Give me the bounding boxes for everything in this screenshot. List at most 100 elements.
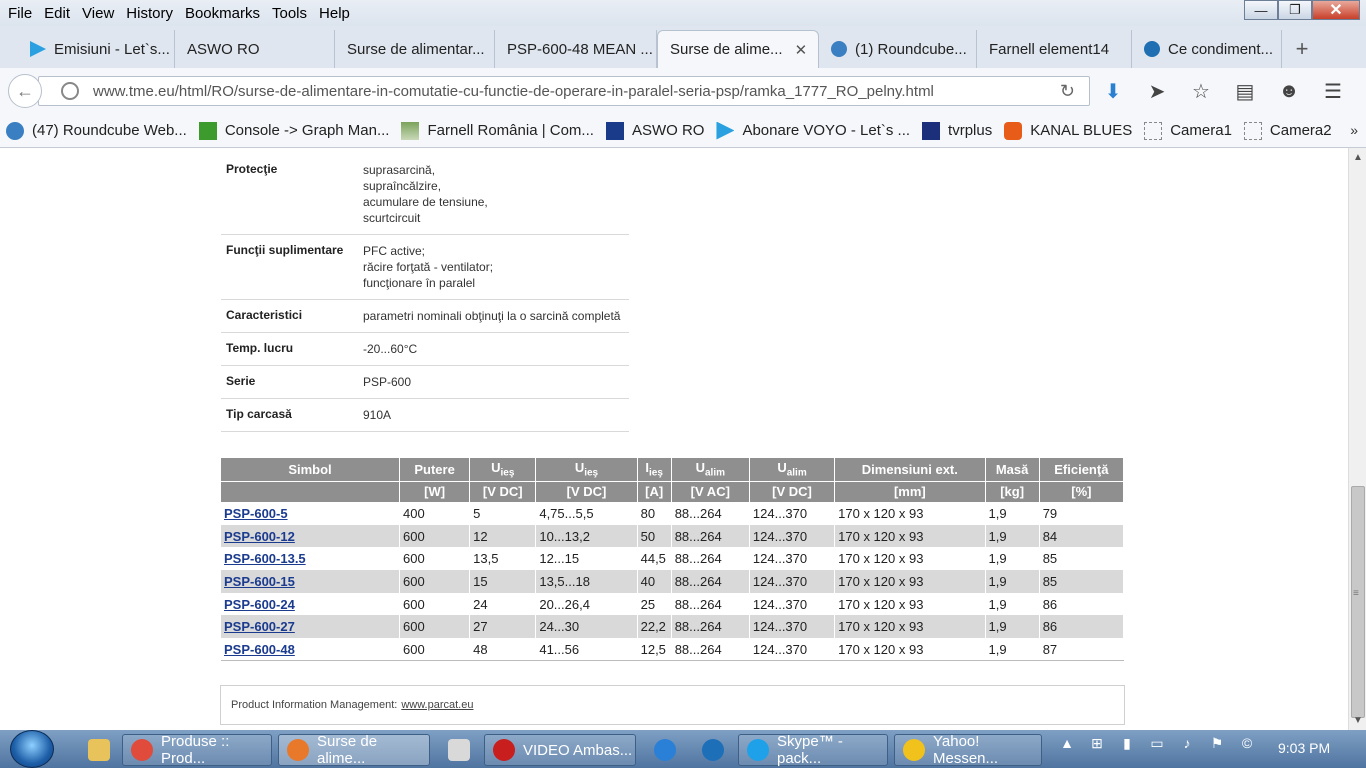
column-header[interactable]: Uieş xyxy=(469,458,537,481)
start-button[interactable] xyxy=(10,730,54,768)
param-value-line: -20...60°C xyxy=(363,342,418,356)
table-row: PSP-600-13.5 600 13,5 12...15 44,5 88...264 12… xyxy=(221,547,1125,571)
volume-icon[interactable]: ♪ xyxy=(1178,734,1196,752)
param-value-line: supraîncălzire, xyxy=(363,179,442,193)
url-input[interactable] xyxy=(93,82,1033,100)
product-link[interactable]: PSP-600-15 xyxy=(224,574,295,589)
tab-emisiuni[interactable]: Emisiuni - Let`s... xyxy=(18,30,175,68)
scrollbar-thumb[interactable] xyxy=(1351,486,1365,718)
minimize-button[interactable]: — xyxy=(1244,0,1278,20)
taskbar-yahoo[interactable]: Yahoo! Messen... xyxy=(894,733,1042,767)
column-header[interactable]: Iieş xyxy=(637,458,672,481)
column-header[interactable]: Ualim xyxy=(749,458,836,481)
bookmark-roundcube[interactable]: (47) Roundcube Web... xyxy=(6,121,187,140)
column-header[interactable]: Eficienţă xyxy=(1039,458,1125,481)
column-header[interactable]: Uieş xyxy=(535,458,638,481)
column-header-label: U xyxy=(491,459,501,475)
product-link[interactable]: PSP-600-27 xyxy=(224,619,295,634)
product-link[interactable]: PSP-600-13.5 xyxy=(224,551,306,566)
product-link[interactable]: PSP-600-12 xyxy=(224,529,295,544)
column-header[interactable]: Masă xyxy=(985,458,1040,481)
product-link[interactable]: PSP-600-24 xyxy=(224,597,295,612)
table-cell: 22,2 xyxy=(637,615,672,639)
menu-history[interactable]: History xyxy=(120,5,179,22)
new-tab-button[interactable]: + xyxy=(1282,30,1322,68)
table-cell: 600 xyxy=(399,524,471,548)
taskbar-opera[interactable]: VIDEO Ambas... xyxy=(484,734,636,766)
column-header-subscript: alim xyxy=(786,467,807,479)
taskbar-skype[interactable]: Skype™ - pack... xyxy=(738,733,888,767)
product-link[interactable]: PSP-600-48 xyxy=(224,642,295,657)
bookmark-camera1[interactable]: Camera1 xyxy=(1144,121,1232,140)
param-key: Caracteristici xyxy=(226,308,303,322)
close-tab-icon[interactable]: ✕ xyxy=(795,41,808,59)
menu-view[interactable]: View xyxy=(76,5,120,22)
url-bar: ↻ xyxy=(38,76,1090,106)
tab-farnell[interactable]: Farnell element14 xyxy=(977,30,1132,68)
tab-ce-condiment[interactable]: Ce condiment... xyxy=(1132,30,1282,68)
reading-list-icon[interactable]: ▤ xyxy=(1232,78,1258,104)
chat-icon[interactable]: ☻ xyxy=(1276,78,1302,104)
system-clock[interactable]: 9:03 PM xyxy=(1278,740,1330,756)
column-header-label: Simbol xyxy=(288,461,332,477)
send-icon[interactable]: ➤ xyxy=(1144,78,1170,104)
ccleaner-tray-icon[interactable]: © xyxy=(1238,734,1256,752)
taskbar-firefox[interactable]: Surse de alime... xyxy=(278,733,430,767)
table-cell: 10...13,2 xyxy=(535,524,638,548)
column-unit: [mm] xyxy=(834,480,986,502)
menu-file[interactable]: File xyxy=(2,5,38,22)
scroll-up-icon[interactable]: ▲ xyxy=(1353,152,1363,163)
menu-help[interactable]: Help xyxy=(313,5,356,22)
tab-surse-1[interactable]: Surse de alimentar... xyxy=(335,30,495,68)
taskbar-ccleaner[interactable] xyxy=(694,734,734,766)
action-center-icon[interactable]: ⚑ xyxy=(1208,734,1226,752)
bookmark-console[interactable]: Console -> Graph Man... xyxy=(198,121,389,140)
hamburger-menu-icon[interactable]: ☰ xyxy=(1320,78,1346,104)
taskbar-ie[interactable] xyxy=(646,734,686,766)
column-header[interactable]: Putere xyxy=(399,458,471,481)
menu-bookmarks[interactable]: Bookmarks xyxy=(179,5,266,22)
bookmark-camera2[interactable]: Camera2 xyxy=(1243,121,1332,140)
table-cell: 12,5 xyxy=(637,638,672,662)
battery-icon[interactable]: ▭ xyxy=(1148,734,1166,752)
reload-icon[interactable]: ↻ xyxy=(1060,81,1075,102)
table-cell: 84 xyxy=(1039,524,1125,548)
close-window-button[interactable]: ✕ xyxy=(1312,0,1360,20)
product-link[interactable]: PSP-600-5 xyxy=(224,506,288,521)
show-hidden-icons-icon[interactable]: ▲ xyxy=(1058,734,1076,752)
taskbar-explorer[interactable] xyxy=(80,734,120,766)
column-header[interactable]: Ualim xyxy=(671,458,750,481)
param-value-line: parametri nominali obţinuţi la o sarcină… xyxy=(363,309,621,323)
bookmark-farnell[interactable]: Farnell România | Com... xyxy=(401,121,594,140)
maximize-button[interactable]: ❐ xyxy=(1278,0,1312,20)
bookmark-aswo[interactable]: ASWO RO xyxy=(605,121,704,140)
table-cell: 88...264 xyxy=(671,570,750,593)
parcat-link[interactable]: www.parcat.eu xyxy=(401,699,473,711)
table-cell: 170 x 120 x 93 xyxy=(834,547,986,571)
column-header-label: U xyxy=(574,459,585,475)
taskbar-chrome[interactable]: Produse :: Prod... xyxy=(122,733,272,767)
param-value: PFC active; răcire forţată - ventilator; f… xyxy=(357,235,629,299)
vertical-scrollbar[interactable]: ▲ ≡ ▼ xyxy=(1348,148,1366,730)
network-icon[interactable]: ▮ xyxy=(1118,734,1136,752)
tab-surse-active[interactable]: Surse de alime... ✕ xyxy=(657,30,819,68)
chrome-icon xyxy=(131,739,153,761)
download-icon[interactable]: ⬇ xyxy=(1100,78,1126,104)
bookmark-voyo[interactable]: Abonare VOYO - Let`s ... xyxy=(716,121,910,140)
back-button[interactable]: ← xyxy=(8,74,42,108)
scroll-down-icon[interactable]: ▼ xyxy=(1353,715,1363,726)
windows-flag-icon[interactable]: ⊞ xyxy=(1088,734,1106,752)
menu-edit[interactable]: Edit xyxy=(38,5,76,22)
menu-tools[interactable]: Tools xyxy=(266,5,313,22)
tab-aswo[interactable]: ASWO RO xyxy=(175,30,335,68)
bookmarks-overflow-icon[interactable]: » xyxy=(1350,122,1358,138)
column-header[interactable]: Dimensiuni ext. xyxy=(834,458,986,481)
param-value: parametri nominali obţinuţi la o sarcină… xyxy=(357,300,629,332)
bookmark-kanal-blues[interactable]: KANAL BLUES xyxy=(1004,121,1132,140)
star-icon[interactable]: ☆ xyxy=(1188,78,1214,104)
taskbar-media[interactable] xyxy=(440,734,476,766)
bookmark-tvrplus[interactable]: tvrplus xyxy=(922,121,992,140)
tab-roundcube[interactable]: (1) Roundcube... xyxy=(819,30,977,68)
column-header[interactable]: Simbol xyxy=(221,458,400,481)
tab-psp-600-48[interactable]: PSP-600-48 MEAN ... xyxy=(495,30,657,68)
